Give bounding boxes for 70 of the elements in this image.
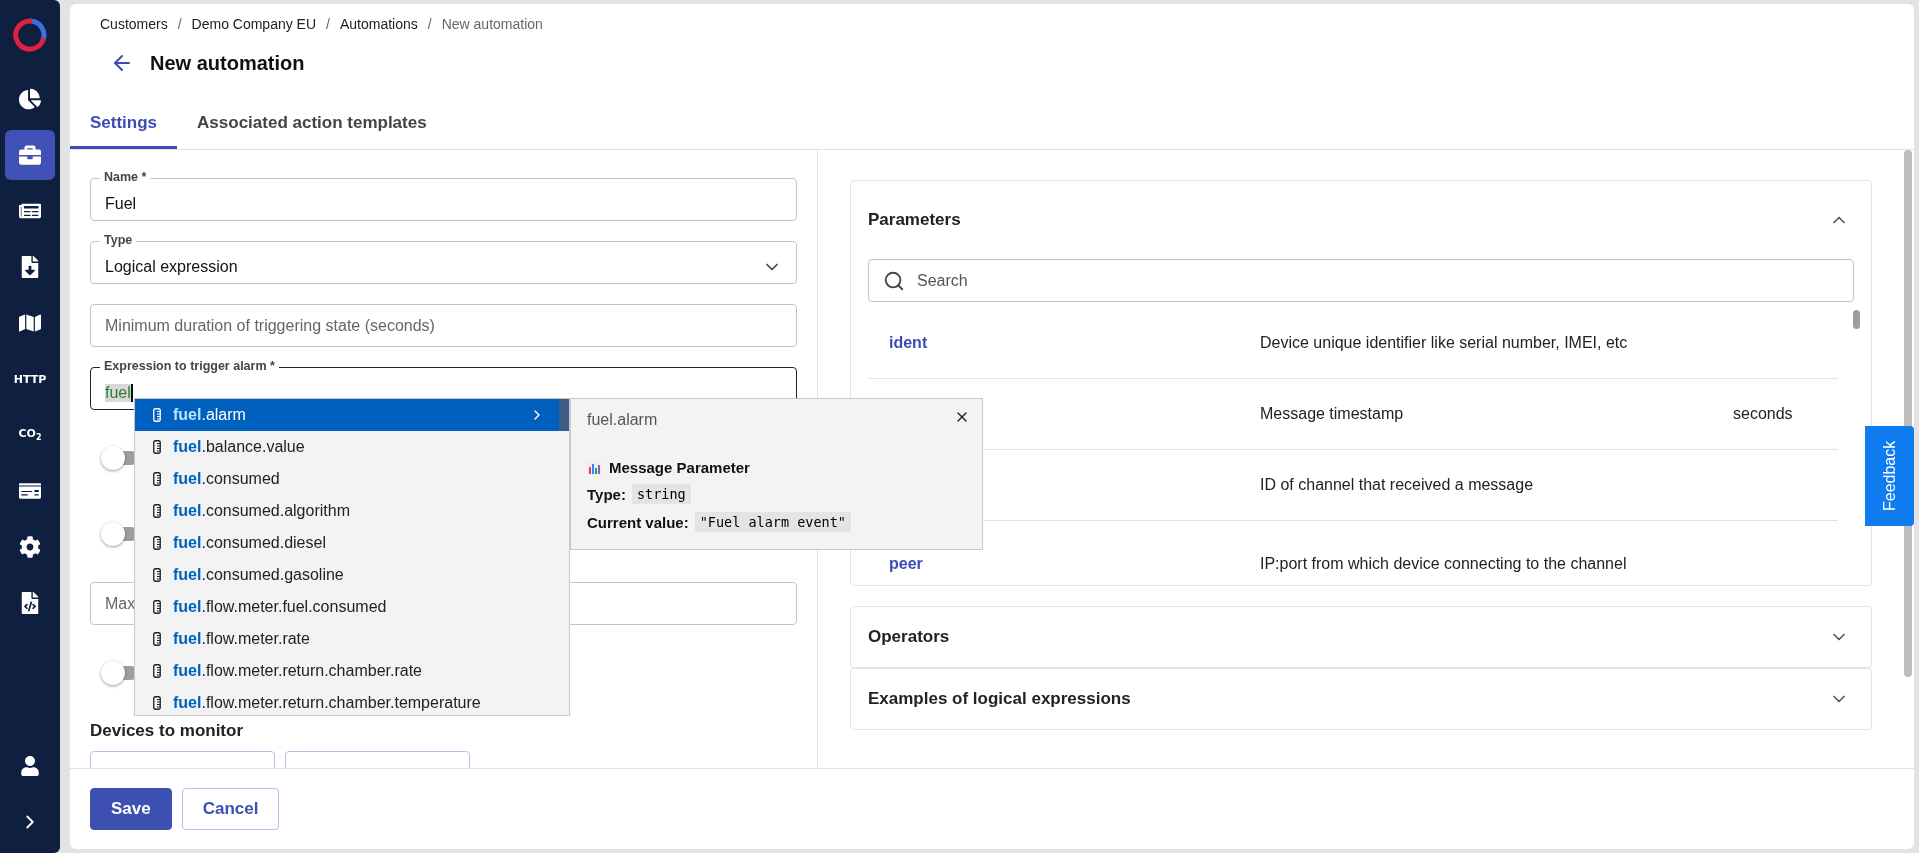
ruler-icon	[153, 536, 161, 550]
breadcrumb-current: New automation	[441, 16, 543, 32]
page-title: New automation	[150, 51, 305, 75]
ruler-icon	[153, 696, 161, 710]
ruler-icon	[153, 568, 161, 582]
suggestion-item[interactable]: fuel.consumed.diesel	[135, 527, 559, 559]
feedback-tab[interactable]: Feedback	[1865, 426, 1914, 526]
property-label: Current value:	[587, 513, 689, 531]
file-code-icon	[19, 592, 41, 614]
suggestion-item[interactable]: fuel.alarm	[135, 399, 559, 431]
field-label: Type	[100, 233, 137, 247]
briefcase-icon	[19, 144, 41, 166]
field-label: Expression to trigger alarm *	[100, 359, 279, 373]
ruler-icon	[153, 600, 161, 614]
ruler-icon	[153, 664, 161, 678]
suggestion-item[interactable]: fuel.balance.value	[135, 431, 559, 463]
suggestion-item[interactable]: fuel.consumed.algorithm	[135, 495, 559, 527]
parameter-name[interactable]: ident	[889, 334, 928, 351]
breadcrumb-link[interactable]: Customers	[100, 16, 168, 32]
tab[interactable]: Associated action templates	[177, 99, 447, 149]
section-title: Devices to monitor	[90, 721, 245, 741]
tab[interactable]: Settings	[70, 99, 178, 149]
cancel-button[interactable]: Cancel	[181, 788, 280, 830]
parameter-description: Message timestamp	[1260, 405, 1405, 423]
nav-button[interactable]: CO$_{2}$	[5, 410, 55, 460]
parameter-description: ID of channel that received a message	[1260, 476, 1535, 494]
input-field[interactable]: Minimum duration of triggering state (seconds)	[90, 304, 797, 347]
ruler-icon	[153, 408, 161, 422]
breadcrumb-link[interactable]: Demo Company EU	[191, 16, 317, 32]
breadcrumb-separator: /	[326, 16, 330, 32]
parameter-name[interactable]: peer	[889, 555, 923, 572]
search-icon	[883, 269, 905, 292]
suggestion-item[interactable]: fuel.flow.meter.return.chamber.temperature	[135, 687, 559, 715]
nav-button[interactable]: HTTP	[5, 354, 55, 404]
parameter-description: Device unique identifier like serial number, IMEI, etc	[1260, 334, 1629, 352]
property-value: "Fuel alarm event"	[694, 512, 851, 532]
settings-icon	[19, 536, 41, 558]
breadcrumb-link[interactable]: Automations	[339, 16, 418, 32]
accordion-header[interactable]: Examples of logical expressions	[851, 669, 1871, 729]
user-icon	[20, 756, 40, 776]
popup-title: fuel.alarm	[587, 411, 658, 429]
nav-button[interactable]	[5, 130, 55, 180]
parameter-unit: seconds	[1733, 405, 1793, 422]
accordion-header[interactable]: Operators	[851, 607, 1871, 667]
logo	[13, 18, 47, 52]
scrollbar-thumb[interactable]	[1853, 310, 1860, 329]
property-label: Type:	[587, 485, 626, 503]
parameter-description: IP:port from which device connecting to the channel	[1260, 555, 1628, 573]
map-icon	[19, 312, 41, 334]
accordion-header[interactable]: Parameters	[851, 181, 1871, 259]
ruler-icon	[153, 504, 161, 518]
property-value: string	[631, 484, 691, 504]
suggestion-item[interactable]: fuel.consumed.gasoline	[135, 559, 559, 591]
ruler-icon	[153, 440, 161, 454]
breadcrumb-separator: /	[427, 16, 432, 32]
suggestion-item[interactable]: fuel.flow.meter.fuel.consumed	[135, 591, 559, 623]
ruler-icon	[153, 632, 161, 646]
breadcrumb-separator: /	[177, 16, 182, 32]
file-download-icon	[19, 256, 41, 278]
scrollbar-thumb[interactable]	[559, 399, 569, 431]
field-label: Name *	[100, 170, 151, 184]
popup-heading: Message Parameter	[609, 459, 750, 476]
suggestion-item[interactable]: fuel.flow.meter.rate	[135, 623, 559, 655]
money-check-icon	[19, 480, 41, 502]
suggestion-item[interactable]: fuel.flow.meter.return.chamber.rate	[135, 655, 559, 687]
ruler-icon	[153, 472, 161, 486]
pie-chart-icon	[19, 88, 41, 110]
save-button[interactable]: Save	[90, 788, 172, 830]
search-field[interactable]: Search	[868, 259, 1854, 302]
suggestion-item[interactable]: fuel.consumed	[135, 463, 559, 495]
